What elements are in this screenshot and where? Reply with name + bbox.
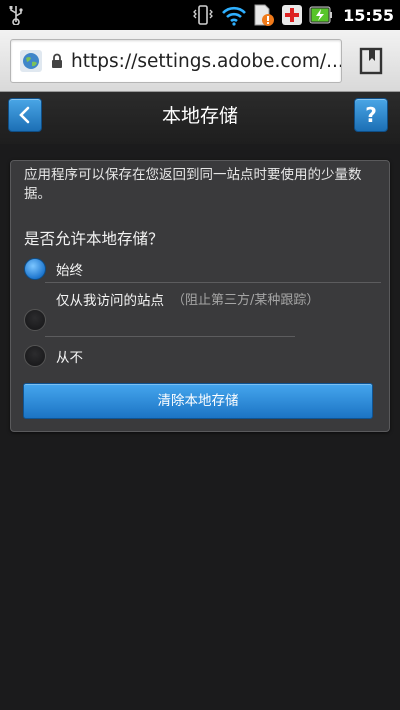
usb-icon bbox=[9, 6, 23, 25]
option-never-label: 从不 bbox=[56, 350, 83, 366]
divider bbox=[45, 336, 295, 337]
bookmarks-icon bbox=[359, 47, 383, 75]
radio-never[interactable] bbox=[24, 345, 46, 367]
globe-icon bbox=[20, 50, 42, 72]
option-never[interactable]: 从不 bbox=[24, 345, 83, 367]
vibrate-icon bbox=[193, 5, 213, 25]
bookmarks-button[interactable] bbox=[350, 40, 392, 82]
divider bbox=[45, 282, 381, 283]
storage-question: 是否允许本地存储？ bbox=[24, 230, 164, 248]
help-button[interactable]: ? bbox=[354, 98, 388, 132]
page-header: 本地存储 ? bbox=[0, 92, 400, 144]
radio-visited-sites[interactable] bbox=[24, 309, 46, 331]
status-bar: 15:55 bbox=[0, 0, 400, 30]
status-clock: 15:55 bbox=[343, 5, 394, 25]
sim-warning-icon bbox=[254, 4, 275, 26]
clear-local-storage-button[interactable]: 清除本地存储 bbox=[23, 383, 373, 419]
browser-url-bar: https://settings.adobe.com/... bbox=[0, 30, 400, 92]
first-aid-icon bbox=[282, 5, 303, 25]
local-storage-panel: 应用程序可以保存在您返回到同一站点时要使用的少量数据。 是否允许本地存储？ 始终… bbox=[10, 160, 390, 432]
lock-icon bbox=[52, 53, 62, 68]
option-always-label: 始终 bbox=[56, 263, 83, 279]
radio-always[interactable] bbox=[24, 258, 46, 280]
wifi-icon bbox=[222, 6, 247, 26]
option-visited-sites[interactable]: 仅从我访问的站点 （阻止第三方/某种跟踪） bbox=[24, 289, 319, 331]
page-title: 本地存储 bbox=[161, 105, 238, 127]
option-visited-sites-hint: （阻止第三方/某种跟踪） bbox=[172, 293, 320, 308]
url-text: https://settings.adobe.com/... bbox=[71, 50, 342, 72]
option-always[interactable]: 始终 bbox=[24, 258, 83, 280]
battery-charging-icon bbox=[309, 6, 333, 24]
url-field[interactable]: https://settings.adobe.com/... bbox=[10, 39, 342, 83]
panel-description: 应用程序可以保存在您返回到同一站点时要使用的少量数据。 bbox=[24, 167, 362, 202]
option-visited-sites-label: 仅从我访问的站点 bbox=[56, 293, 164, 309]
